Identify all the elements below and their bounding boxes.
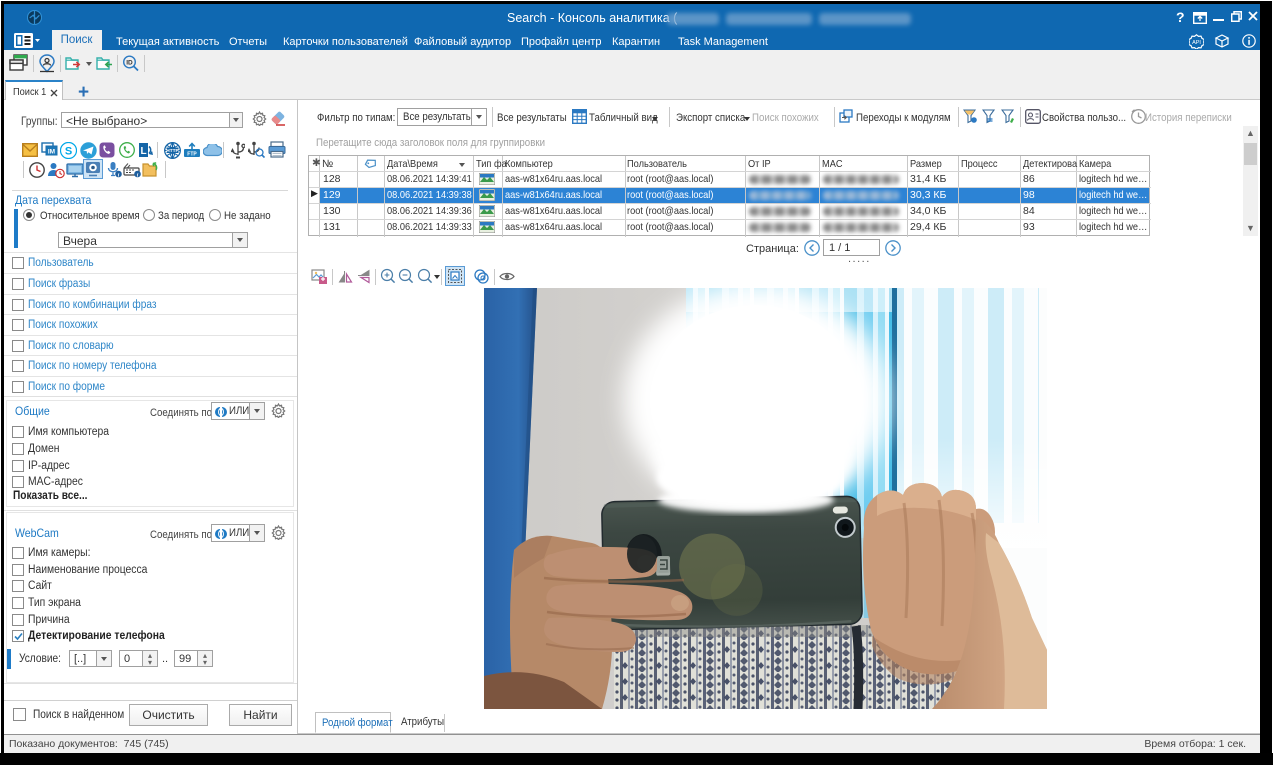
svg-text:API: API [1192,40,1201,46]
svg-text:ID: ID [126,60,133,67]
svg-text:IM: IM [48,149,55,156]
svg-text:HTTP: HTTP [166,148,179,154]
svg-text:L: L [140,146,146,157]
svg-text:FTP: FTP [187,152,197,158]
svg-text:S: S [65,146,72,158]
